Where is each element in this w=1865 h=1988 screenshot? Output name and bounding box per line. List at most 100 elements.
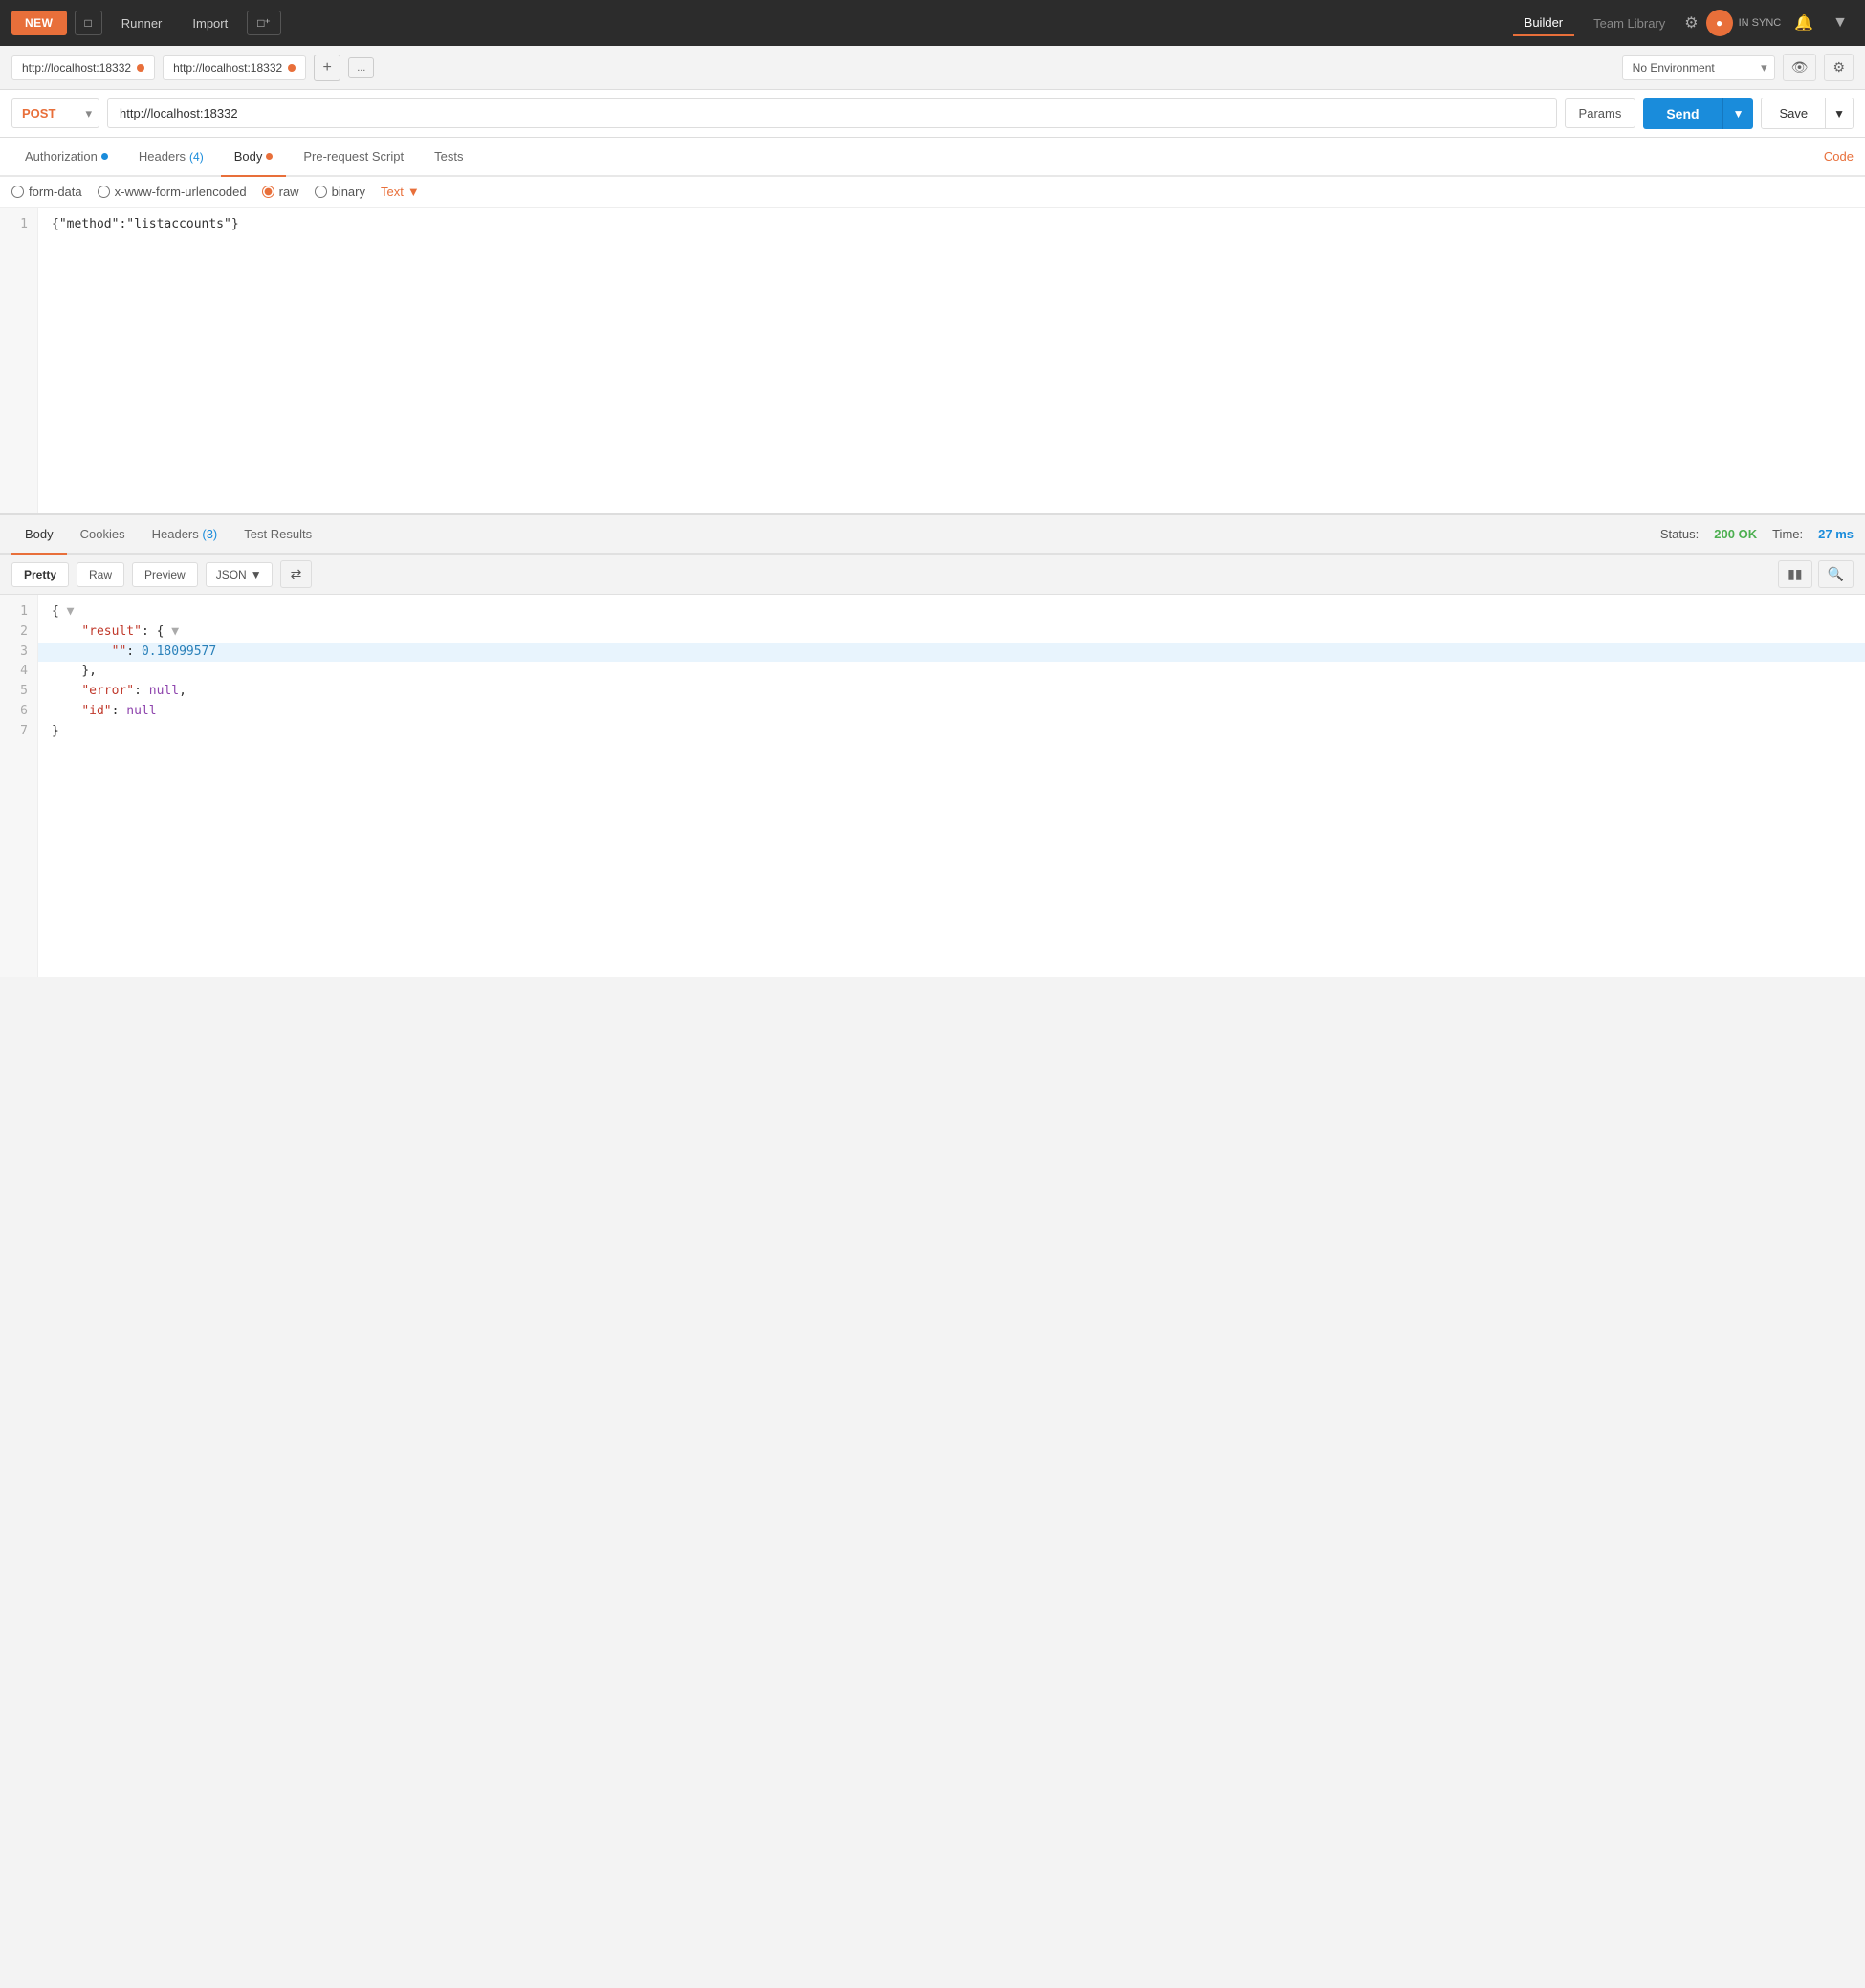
resp-line-5: 5 (10, 682, 28, 702)
method-select[interactable]: POST GET PUT DELETE PATCH (11, 98, 99, 128)
line-number-1: 1 (10, 215, 28, 235)
send-button-group: Send ▼ (1643, 98, 1753, 129)
tab-item-2[interactable]: http://localhost:18332 (163, 55, 306, 80)
send-dropdown-button[interactable]: ▼ (1722, 98, 1754, 129)
builder-tab[interactable]: Builder (1513, 11, 1574, 36)
json-format-dropdown[interactable]: JSON ▼ (206, 562, 273, 587)
code-link-button[interactable]: Code (1824, 149, 1854, 164)
resp-line-4: 4 (10, 662, 28, 682)
save-button[interactable]: Save (1762, 98, 1825, 128)
resp-json-line-4: }, (52, 662, 1852, 682)
add-tab-button[interactable]: + (314, 55, 340, 81)
status-value: 200 OK (1714, 527, 1757, 541)
binary-label: binary (332, 185, 365, 199)
urlencoded-option[interactable]: x-www-form-urlencoded (98, 185, 247, 199)
editor-content[interactable]: {"method":"listaccounts"} (38, 208, 1865, 513)
resp-tab-headers[interactable]: Headers (3) (139, 515, 231, 553)
sync-label: IN SYNC (1739, 17, 1782, 29)
resp-headers-badge: (3) (202, 527, 217, 541)
body-dot (266, 153, 273, 160)
urlencoded-radio[interactable] (98, 186, 110, 198)
new-tab-button[interactable]: □⁺ (247, 11, 281, 35)
tab-item-1[interactable]: http://localhost:18332 (11, 55, 155, 80)
time-label: Time: (1772, 527, 1803, 541)
code-editor: 1 {"method":"listaccounts"} (0, 208, 1865, 513)
resp-json-line-7: } (52, 722, 1852, 742)
tab-prerequest[interactable]: Pre-request Script (290, 138, 417, 175)
text-type-label: Text (381, 185, 404, 199)
sync-icon: ● (1706, 10, 1733, 36)
settings-icon: ⚙ (1684, 13, 1698, 33)
copy-response-button[interactable]: ▮▮ (1778, 560, 1811, 588)
json-format-chevron: ▼ (251, 568, 262, 581)
url-input[interactable] (107, 98, 1557, 128)
response-toolbar: Pretty Raw Preview JSON ▼ ⇄ ▮▮ 🔍 (0, 555, 1865, 595)
raw-label: raw (279, 185, 299, 199)
binary-radio[interactable] (315, 186, 327, 198)
urlencoded-label: x-www-form-urlencoded (115, 185, 247, 199)
form-data-option[interactable]: form-data (11, 185, 82, 199)
tab-dot-1 (137, 64, 144, 72)
search-response-button[interactable]: 🔍 (1818, 560, 1854, 588)
raw-radio[interactable] (262, 186, 274, 198)
form-data-radio[interactable] (11, 186, 24, 198)
expand-button[interactable]: ▼ (1827, 11, 1854, 35)
json-format-label: JSON (216, 568, 247, 581)
tab-headers[interactable]: Headers (4) (125, 138, 217, 175)
nav-right-controls: ⚙ ● IN SYNC 🔔 ▼ (1684, 10, 1854, 36)
resp-json-line-3: "": 0.18099577 (38, 643, 1865, 663)
new-button[interactable]: NEW (11, 11, 67, 35)
text-type-dropdown[interactable]: Text ▼ (381, 185, 420, 199)
resp-json-line-5: "error": null, (52, 682, 1852, 702)
resp-line-2: 2 (10, 623, 28, 643)
raw-option[interactable]: raw (262, 185, 299, 199)
raw-button[interactable]: Raw (77, 562, 124, 587)
resp-tab-body[interactable]: Body (11, 515, 67, 555)
url-tab-bar: http://localhost:18332 http://localhost:… (0, 46, 1865, 90)
tab-tests[interactable]: Tests (421, 138, 476, 175)
env-gear-button[interactable]: ⚙ (1824, 54, 1854, 81)
request-tabs-bar: Authorization Headers (4) Body Pre-reque… (0, 138, 1865, 177)
preview-button[interactable]: Preview (132, 562, 198, 587)
runner-button[interactable]: Runner (110, 11, 174, 35)
environment-selector: No Environment 👁 ⚙ (1622, 54, 1854, 81)
resp-tab-cookies[interactable]: Cookies (67, 515, 139, 553)
params-button[interactable]: Params (1565, 98, 1636, 128)
send-button[interactable]: Send (1643, 98, 1722, 129)
import-button[interactable]: Import (181, 11, 239, 35)
authorization-dot (101, 153, 108, 160)
resp-tab-test-results[interactable]: Test Results (230, 515, 325, 553)
env-dropdown-wrapper[interactable]: No Environment (1622, 55, 1775, 80)
more-tabs-button[interactable]: ... (348, 57, 374, 78)
top-navigation: NEW □ Runner Import □⁺ Builder Team Libr… (0, 0, 1865, 46)
text-type-chevron: ▼ (407, 185, 420, 199)
notification-button[interactable]: 🔔 (1788, 10, 1819, 36)
wrap-lines-icon: ⇄ (291, 566, 302, 581)
tab-headers-label: Headers (139, 149, 186, 164)
tab-authorization-label: Authorization (25, 149, 98, 164)
env-eye-button[interactable]: 👁 (1783, 54, 1817, 81)
search-icon: 🔍 (1828, 566, 1844, 581)
method-select-wrapper: POST GET PUT DELETE PATCH (11, 98, 99, 128)
tab-url-2: http://localhost:18332 (173, 61, 282, 75)
response-line-numbers: 1 2 3 4 5 6 7 (0, 595, 38, 977)
binary-option[interactable]: binary (315, 185, 365, 199)
layout-icon-button[interactable]: □ (75, 11, 102, 35)
resp-json-line-2: "result": { ▼ (52, 623, 1852, 643)
env-dropdown[interactable]: No Environment (1622, 55, 1775, 80)
save-dropdown-button[interactable]: ▼ (1825, 98, 1853, 128)
tab-body[interactable]: Body (221, 138, 287, 177)
resp-json-line-6: "id": null (52, 702, 1852, 722)
resp-line-3: 3 (10, 643, 28, 663)
team-library-tab[interactable]: Team Library (1582, 11, 1677, 35)
response-status-area: Status: 200 OK Time: 27 ms (1660, 527, 1854, 541)
tab-authorization[interactable]: Authorization (11, 138, 121, 175)
pretty-button[interactable]: Pretty (11, 562, 69, 587)
save-button-group: Save ▼ (1761, 98, 1854, 129)
resp-line-1: 1 (10, 602, 28, 623)
resp-line-7: 7 (10, 722, 28, 742)
form-data-label: form-data (29, 185, 82, 199)
time-value: 27 ms (1818, 527, 1854, 541)
wrap-lines-button[interactable]: ⇄ (280, 560, 313, 588)
request-editor-area: 1 {"method":"listaccounts"} (0, 208, 1865, 515)
